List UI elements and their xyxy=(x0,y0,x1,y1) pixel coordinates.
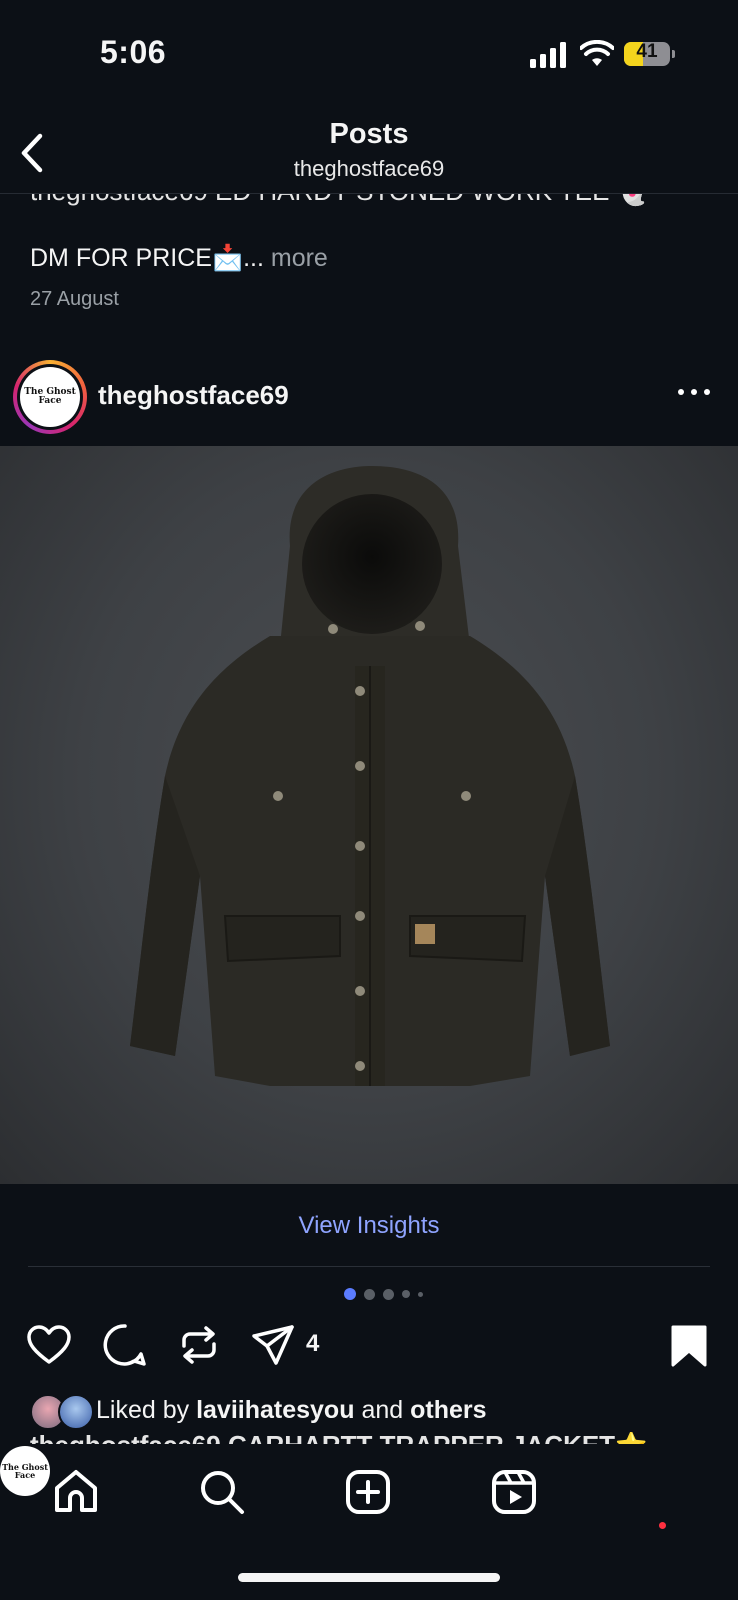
liker-avatars[interactable] xyxy=(30,1394,94,1430)
home-icon[interactable] xyxy=(52,1468,100,1516)
previous-caption-cut: theghostface69 ED HARDY STONED WORK TEE … xyxy=(0,194,738,208)
post-photo[interactable] xyxy=(0,446,738,1184)
share-count: 4 xyxy=(306,1330,320,1357)
carousel-dot xyxy=(344,1288,356,1300)
insights-divider xyxy=(28,1266,710,1267)
carousel-dot xyxy=(364,1288,375,1300)
avatar: The Ghost Face xyxy=(20,367,80,427)
avatar-story-ring[interactable]: The Ghost Face xyxy=(13,360,87,434)
comment-icon[interactable] xyxy=(102,1322,148,1368)
notification-dot xyxy=(659,1522,666,1529)
post-caption-cut: theghostface69 CARHARTT TRAPPER JACKET⭐ xyxy=(0,1432,738,1444)
previous-post-caption: DM FOR PRICE📩... more xyxy=(30,244,328,272)
repost-icon[interactable] xyxy=(176,1322,222,1368)
reels-icon[interactable] xyxy=(490,1468,538,1516)
header-divider xyxy=(0,193,738,194)
profile-avatar-tab[interactable]: The Ghost Face xyxy=(0,1446,50,1496)
status-time: 5:06 xyxy=(100,34,167,70)
carousel-dot xyxy=(383,1288,394,1300)
post-username[interactable]: theghostface69 xyxy=(98,380,289,411)
battery-percent: 41 xyxy=(636,41,658,62)
liked-by-text[interactable]: Liked by laviihatesyou and others xyxy=(96,1396,487,1425)
battery-icon: 41 xyxy=(624,40,676,68)
liked-by-user[interactable]: laviihatesyou xyxy=(196,1396,354,1424)
previous-post-date: 27 August xyxy=(30,288,119,310)
share-send-icon[interactable] xyxy=(250,1322,296,1368)
page-title: Posts xyxy=(329,118,409,150)
liked-by-others[interactable]: others xyxy=(410,1396,486,1424)
wifi-icon xyxy=(580,40,614,66)
liker-avatar xyxy=(58,1394,94,1430)
jacket-illustration xyxy=(130,466,610,1086)
search-icon[interactable] xyxy=(198,1468,246,1516)
bookmark-icon[interactable] xyxy=(670,1324,708,1368)
page-subtitle-username[interactable]: theghostface69 xyxy=(0,156,738,182)
home-indicator[interactable] xyxy=(238,1573,500,1582)
carousel-dot xyxy=(402,1290,410,1298)
create-post-icon[interactable] xyxy=(344,1468,392,1516)
more-options-icon[interactable] xyxy=(676,380,712,404)
signal-icon xyxy=(530,42,566,68)
heart-icon[interactable] xyxy=(26,1324,72,1366)
carousel-dot xyxy=(418,1291,423,1297)
view-insights-link[interactable]: View Insights xyxy=(0,1212,738,1240)
more-link[interactable]: more xyxy=(271,244,328,272)
